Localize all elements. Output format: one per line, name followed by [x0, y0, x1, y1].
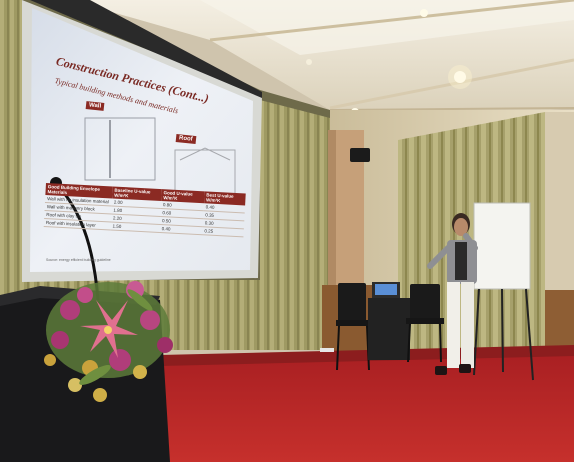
slide-table-cell: 0.25	[202, 226, 244, 237]
red-carpet	[150, 350, 574, 462]
chair-seat-2	[406, 318, 444, 324]
presenter-leg	[461, 282, 474, 368]
chair-seat	[336, 320, 370, 326]
conference-photo: Construction Practices (Cont...) Typical…	[0, 0, 574, 462]
flipchart-leg	[501, 288, 504, 373]
presenter-top	[455, 242, 467, 280]
ceiling-light	[306, 59, 312, 65]
flipchart-board	[473, 202, 531, 290]
ceiling-light-glow	[448, 65, 472, 89]
chair-back-2	[410, 284, 440, 322]
chair-leg	[439, 323, 442, 363]
presenter-shoe	[435, 366, 447, 375]
presenter-shoe	[459, 364, 471, 373]
wall-speaker	[350, 148, 370, 162]
laptop-screen	[375, 284, 397, 295]
curtain-left	[0, 0, 22, 300]
chair-back	[338, 283, 366, 323]
presenter-leg	[447, 282, 460, 368]
slide-footnote: Source: energy efficient building guidel…	[46, 258, 111, 262]
power-strip	[320, 348, 334, 352]
ceiling-light	[420, 9, 428, 17]
side-table	[368, 298, 410, 360]
slide-table-cell: 0.40	[159, 224, 203, 235]
